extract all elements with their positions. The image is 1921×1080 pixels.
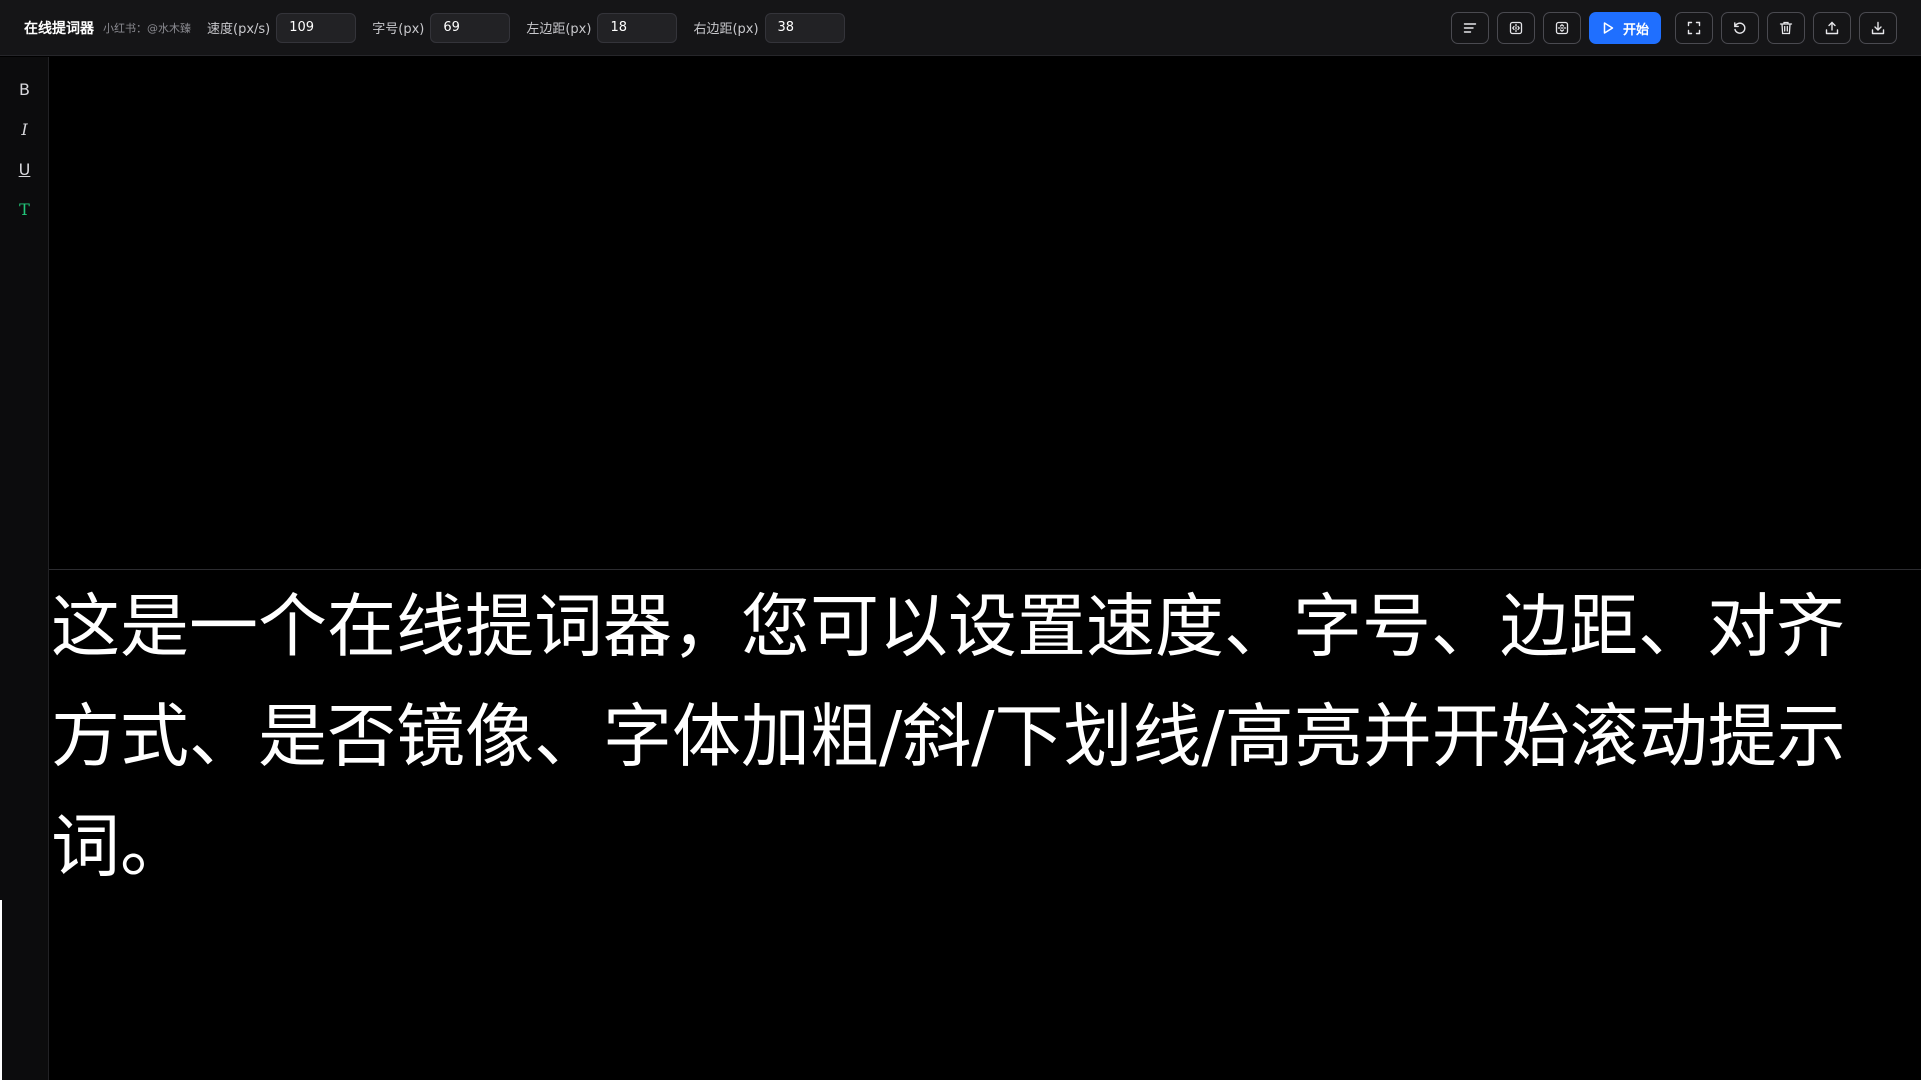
upload-button[interactable] (1813, 12, 1851, 44)
mirror-vertical-button[interactable] (1542, 12, 1581, 44)
script-text[interactable]: 这是一个在线提词器，您可以设置速度、字号、边距、对齐方式、是否镜像、字体加粗/斜… (49, 572, 1921, 902)
teleprompter-stage[interactable]: 这是一个在线提词器，您可以设置速度、字号、边距、对齐方式、是否镜像、字体加粗/斜… (49, 57, 1921, 1080)
align-button[interactable] (1450, 12, 1489, 44)
margin-left-label: 左边距(px) (526, 22, 592, 37)
start-button[interactable]: 开始 (1588, 12, 1661, 44)
margin-right-input[interactable] (764, 12, 845, 43)
fullscreen-icon (1687, 21, 1701, 35)
download-icon (1871, 21, 1885, 35)
margin-left-input[interactable] (597, 12, 678, 43)
start-label: 开始 (1622, 22, 1649, 38)
toolbar-actions: 开始 (1443, 12, 1897, 44)
app-title: 在线提词器 (24, 20, 94, 37)
font-size-label: 字号(px) (372, 22, 425, 37)
margin-right-field-group: 右边距(px) (693, 12, 845, 43)
format-sidebar: B I U T (0, 57, 49, 1080)
reset-button[interactable] (1721, 12, 1759, 44)
font-size-field-group: 字号(px) (372, 12, 511, 43)
trash-icon (1779, 21, 1793, 35)
margin-left-field-group: 左边距(px) (526, 12, 678, 43)
speed-label: 速度(px/s) (207, 22, 271, 37)
highlight-button[interactable]: T (0, 189, 49, 229)
underline-button[interactable]: U (0, 149, 49, 189)
mirror-horizontal-icon (1509, 21, 1523, 35)
bold-button[interactable]: B (0, 69, 49, 109)
top-toolbar: 在线提词器 小红书：@水木臻 速度(px/s) 字号(px) 左边距(px) 右… (0, 0, 1921, 56)
font-size-input[interactable] (430, 12, 511, 43)
align-left-icon (1463, 23, 1477, 33)
reading-guide-line (49, 569, 1921, 570)
speed-input[interactable] (276, 12, 357, 43)
mirror-vertical-icon (1555, 21, 1569, 35)
speed-field-group: 速度(px/s) (207, 12, 357, 43)
reset-icon (1734, 22, 1746, 34)
upload-icon (1825, 21, 1839, 35)
margin-right-label: 右边距(px) (693, 22, 759, 37)
delete-button[interactable] (1767, 12, 1805, 44)
fullscreen-button[interactable] (1675, 12, 1713, 44)
window-edge (0, 900, 2, 1080)
mirror-horizontal-button[interactable] (1496, 12, 1535, 44)
italic-button[interactable]: I (0, 109, 49, 149)
download-button[interactable] (1859, 12, 1897, 44)
app-subtitle: 小红书：@水木臻 (103, 21, 191, 35)
play-icon (1603, 22, 1614, 34)
